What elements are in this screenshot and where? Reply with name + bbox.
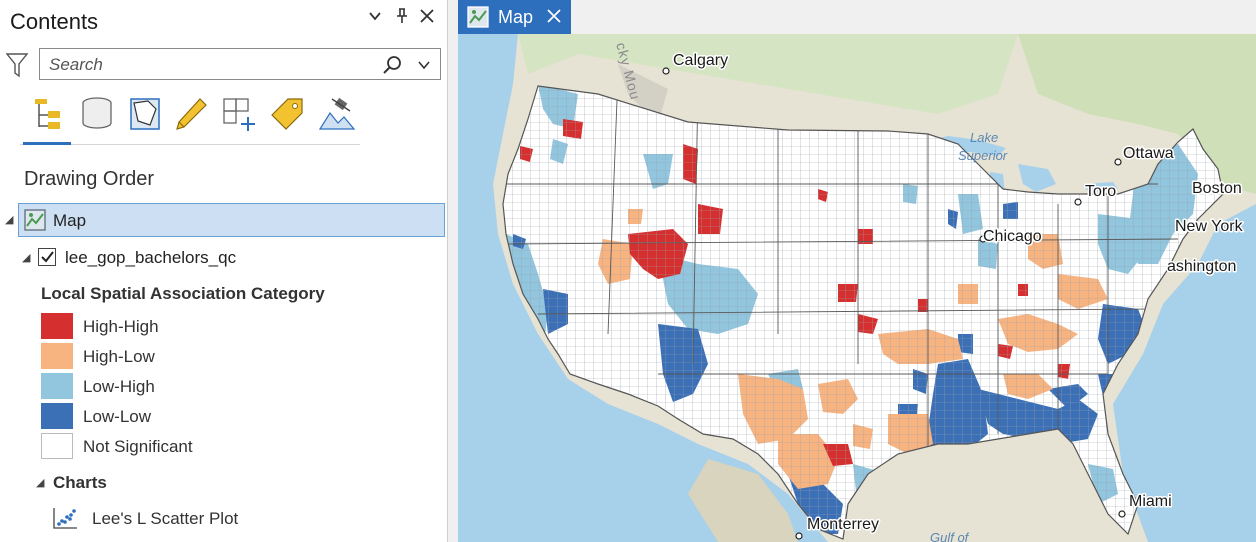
legend-item-high-low: High-Low <box>41 343 341 369</box>
expand-map-icon[interactable]: ◢ <box>5 213 13 226</box>
pane-options-icon[interactable] <box>368 8 382 28</box>
map-item[interactable]: Map <box>18 203 445 237</box>
map-tab-label: Map <box>498 7 534 27</box>
contents-toolbar <box>20 92 360 145</box>
layer-name: lee_gop_bachelors_qc <box>65 248 237 267</box>
list-by-source-icon[interactable] <box>75 92 115 132</box>
legend-label: High-High <box>83 317 159 336</box>
map-icon <box>24 209 46 236</box>
list-by-selection-icon[interactable] <box>123 92 163 132</box>
expand-layer-icon[interactable]: ◢ <box>22 251 30 264</box>
legend-label: Low-High <box>83 377 155 396</box>
map-item-label: Map <box>53 211 87 230</box>
list-by-editing-icon[interactable] <box>169 92 209 132</box>
ottawa-marker <box>1114 158 1122 166</box>
scatter-plot-icon <box>52 506 78 535</box>
miami-marker <box>1118 510 1126 518</box>
layer-visibility-checkbox[interactable] <box>38 248 56 266</box>
legend-swatch <box>41 313 73 339</box>
legend-label: Not Significant <box>83 437 193 456</box>
search-input[interactable] <box>47 54 371 76</box>
map-canvas[interactable]: Calgary Ottawa Toro Boston New York ashi… <box>458 34 1256 542</box>
boston-label: Boston <box>1192 180 1242 197</box>
legend-swatch <box>41 343 73 369</box>
legend-label: High-Low <box>83 347 155 366</box>
legend-item-low-low: Low-Low <box>41 403 341 429</box>
legend-swatch <box>41 433 73 459</box>
search-box <box>39 48 441 80</box>
legend-item-low-high: Low-High <box>41 373 341 399</box>
map-tab-bar: Map <box>455 0 1256 34</box>
list-by-perspective-imagery-icon[interactable] <box>315 92 356 132</box>
layer-item[interactable]: ◢ lee_gop_bachelors_qc <box>18 245 438 271</box>
contents-title: Contents <box>10 9 99 34</box>
chart-item[interactable]: Lee's L Scatter Plot <box>52 505 312 531</box>
calgary-label: Calgary <box>673 52 728 69</box>
map-graphic: Calgary Ottawa Toro Boston New York ashi… <box>458 34 1256 542</box>
legend-item-not-significant: Not Significant <box>41 433 341 459</box>
lake-superior-label-2: Superior <box>958 148 1008 163</box>
calgary-marker <box>662 67 670 75</box>
map-tab[interactable]: Map <box>458 0 571 34</box>
legend-item-high-high: High-High <box>41 313 341 339</box>
charts-group[interactable]: ◢ Charts <box>36 472 236 496</box>
chart-item-label: Lee's L Scatter Plot <box>92 509 239 528</box>
ottawa-label: Ottawa <box>1123 145 1174 162</box>
legend-title: Local Spatial Association Category <box>41 284 325 303</box>
close-icon[interactable] <box>419 8 435 29</box>
chevron-down-icon[interactable] <box>416 57 432 73</box>
charts-group-label: Charts <box>53 473 107 492</box>
pin-icon[interactable] <box>395 8 409 29</box>
toronto-label: Toro <box>1085 183 1116 200</box>
miami-label: Miami <box>1129 493 1172 510</box>
toronto-marker <box>1074 198 1082 206</box>
lake-superior-label-1: Lake <box>970 130 998 145</box>
chicago-label: Chicago <box>983 228 1042 245</box>
filter-icon[interactable] <box>5 52 29 78</box>
list-by-labeling-icon[interactable] <box>265 92 305 132</box>
drawing-order-heading: Drawing Order <box>24 168 155 190</box>
contents-pane: Contents Search Drawing Order ◢ Map ◢ le… <box>0 0 448 542</box>
expand-charts-icon[interactable]: ◢ <box>36 476 44 489</box>
toolbar-divider <box>20 144 360 145</box>
list-by-drawing-order-icon[interactable] <box>23 92 63 132</box>
search-icon[interactable] <box>382 55 402 75</box>
close-tab-icon[interactable] <box>546 4 562 30</box>
monterrey-marker <box>795 532 803 540</box>
list-by-snapping-icon[interactable] <box>217 92 257 132</box>
legend-swatch <box>41 403 73 429</box>
map-view-panel: Map Calgary Ottawa Toro Boston New York … <box>455 0 1256 542</box>
active-tab-indicator <box>23 142 71 145</box>
map-icon <box>467 6 489 33</box>
washington-label: ashington <box>1167 258 1236 275</box>
newyork-label: New York <box>1175 218 1244 235</box>
gulf-label: Gulf of <box>930 530 970 542</box>
monterrey-label: Monterrey <box>807 516 879 533</box>
legend-label: Low-Low <box>83 407 152 426</box>
legend-swatch <box>41 373 73 399</box>
